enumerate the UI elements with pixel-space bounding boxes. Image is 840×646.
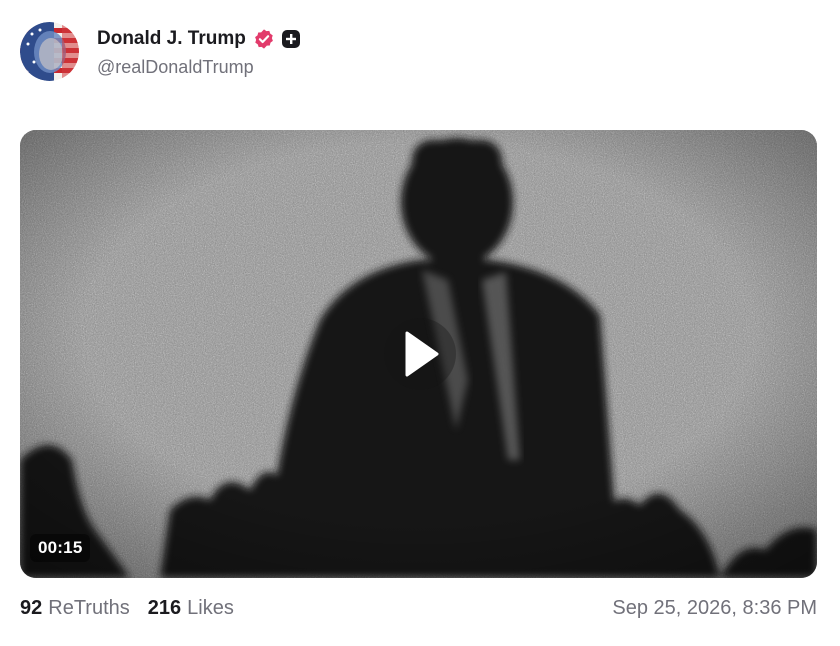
truth-post: Donald J. Trump @realDonaldTrump 00:15 9…: [0, 0, 840, 646]
play-button[interactable]: [384, 318, 456, 390]
author-identity: Donald J. Trump @realDonaldTrump: [97, 25, 301, 78]
video-duration: 00:15: [30, 534, 91, 562]
retruths-count: 92: [20, 596, 43, 619]
retruths-label: ReTruths: [48, 596, 130, 619]
retruths-stat[interactable]: 92 ReTruths: [20, 597, 130, 620]
likes-count: 216: [147, 596, 182, 619]
author-display-name[interactable]: Donald J. Trump: [97, 28, 246, 50]
post-footer: 92 ReTruths 216 Likes Sep 25, 2026, 8:36…: [20, 592, 817, 624]
avatar[interactable]: [20, 21, 79, 81]
post-header: Donald J. Trump @realDonaldTrump: [20, 20, 301, 82]
likes-stat[interactable]: 216 Likes: [148, 597, 234, 620]
video-player[interactable]: 00:15: [20, 130, 817, 578]
verified-badge-icon: [253, 28, 275, 50]
post-timestamp[interactable]: Sep 25, 2026, 8:36 PM: [612, 597, 817, 620]
author-handle[interactable]: @realDonaldTrump: [97, 57, 301, 78]
author-name-row: Donald J. Trump: [97, 25, 301, 53]
play-icon: [405, 331, 439, 377]
plus-badge-icon: [281, 29, 301, 49]
likes-label: Likes: [187, 596, 234, 619]
